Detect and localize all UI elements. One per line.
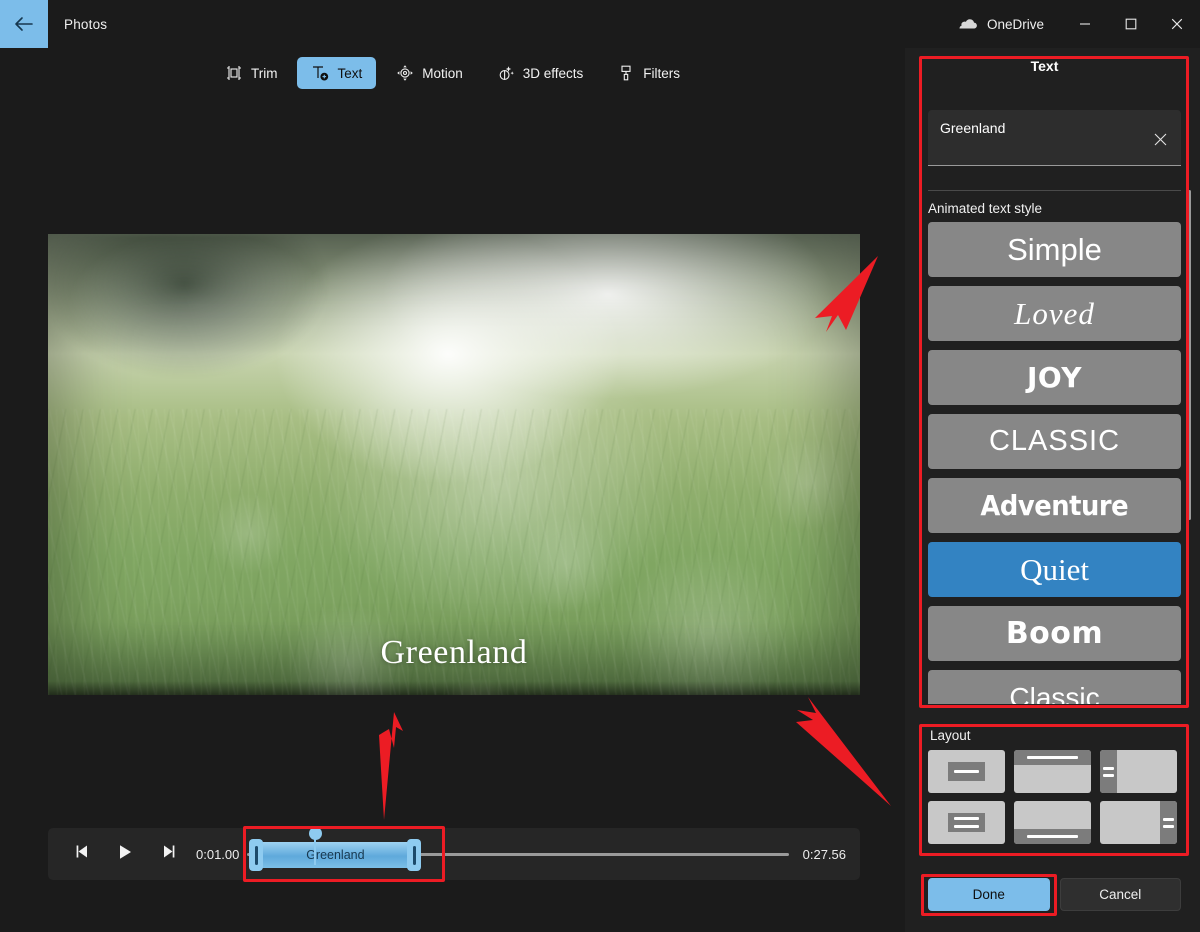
layout-label: Layout	[930, 728, 971, 743]
style-option-next-partial[interactable]: Classic	[928, 670, 1181, 704]
tab-trim[interactable]: Trim	[211, 57, 292, 89]
next-frame-icon	[159, 844, 176, 864]
close-button[interactable]	[1154, 0, 1200, 48]
tab-filters[interactable]: Filters	[603, 57, 694, 89]
current-time-label: 0:01.00	[196, 846, 240, 862]
style-option-label: Classic	[1009, 681, 1100, 705]
previous-frame-button[interactable]	[62, 836, 104, 872]
tab-text[interactable]: Text	[297, 57, 377, 89]
annotation-arrow-bottom-center	[379, 712, 403, 820]
done-button[interactable]: Done	[928, 878, 1050, 911]
tab-filters-label: Filters	[643, 65, 681, 81]
trim-icon	[225, 64, 243, 82]
app-title: Photos	[64, 16, 108, 32]
tab-3d-effects-label: 3D effects	[522, 65, 584, 81]
text-icon	[311, 64, 329, 82]
style-option-joy[interactable]: JOY	[928, 350, 1181, 405]
layout-thumb-bar	[954, 817, 979, 820]
back-button[interactable]	[0, 0, 48, 48]
video-caption-text: Greenland	[380, 634, 528, 671]
layout-option-center-two-lines[interactable]	[928, 801, 1005, 844]
style-option-adventure[interactable]: Adventure	[928, 478, 1181, 533]
panel-title: Text	[1030, 58, 1059, 74]
style-option-simple[interactable]: Simple	[928, 222, 1181, 277]
minimize-button[interactable]	[1062, 0, 1108, 48]
text-input-field[interactable]: Greenland	[928, 110, 1181, 166]
animated-text-style-label: Animated text style	[928, 201, 1043, 216]
cancel-button[interactable]: Cancel	[1059, 878, 1181, 911]
style-option-boom[interactable]: Boom	[928, 606, 1181, 661]
layout-option-bottom-band[interactable]	[1014, 801, 1091, 844]
style-option-quiet[interactable]: Quiet	[928, 542, 1181, 597]
tab-motion[interactable]: Motion	[382, 57, 477, 89]
clip-handle-left[interactable]	[249, 839, 264, 871]
3d-effects-icon	[497, 64, 515, 82]
video-preview[interactable]: Greenland	[48, 234, 860, 695]
tab-text-label: Text	[337, 65, 363, 81]
text-input-value: Greenland	[940, 120, 1006, 136]
panel-actions: Done Cancel	[928, 878, 1181, 911]
tab-trim-label: Trim	[250, 65, 278, 81]
layout-thumb-bar	[1103, 774, 1114, 777]
style-option-label: JOY	[1027, 361, 1082, 394]
layout-thumb-band	[1100, 750, 1117, 793]
style-option-label: CLASSIC	[988, 425, 1121, 457]
editor-toolbar: Trim Text Motion 3D effects Filters	[0, 55, 905, 91]
layout-thumb-bar	[954, 770, 979, 773]
title-bar: Photos OneDrive	[0, 0, 1200, 48]
cloud-icon	[959, 18, 978, 31]
style-option-label: Simple	[1007, 231, 1102, 267]
annotation-arrow-bottom-right	[796, 697, 891, 806]
timeline-track[interactable]: Greenland	[247, 827, 789, 874]
close-icon[interactable]	[1149, 128, 1171, 150]
window-caption-buttons	[1062, 0, 1200, 48]
layout-thumb-bar	[1027, 756, 1078, 759]
arrow-left-icon	[14, 16, 34, 32]
previous-frame-icon	[75, 844, 92, 864]
style-option-classic[interactable]: CLASSIC	[928, 414, 1181, 469]
play-button[interactable]	[104, 836, 146, 872]
play-icon	[118, 844, 133, 865]
text-clip-range[interactable]: Greenland	[249, 827, 422, 871]
animated-text-style-list[interactable]: Simple Loved JOY CLASSIC Adventure Quiet…	[928, 222, 1181, 704]
title-bar-spacer	[107, 0, 959, 48]
filters-icon	[617, 64, 635, 82]
next-frame-button[interactable]	[146, 836, 188, 872]
style-option-label: Boom	[1005, 616, 1104, 651]
layout-grid	[928, 750, 1181, 844]
layout-option-top-band[interactable]	[1014, 750, 1091, 793]
motion-icon	[396, 64, 414, 82]
style-option-label: Loved	[1014, 295, 1095, 331]
onedrive-label: OneDrive	[986, 16, 1044, 32]
style-option-label: Adventure	[980, 489, 1129, 522]
layout-section: Layout	[928, 728, 1181, 851]
playhead-knob[interactable]	[309, 827, 323, 840]
clip-handle-right[interactable]	[407, 839, 422, 871]
layout-thumb-bar	[954, 825, 979, 828]
layout-thumb-bar	[1163, 825, 1174, 828]
panel-scrollbar[interactable]	[1188, 190, 1191, 520]
layout-option-center-small[interactable]	[928, 750, 1005, 793]
tab-motion-label: Motion	[422, 65, 463, 81]
onedrive-status[interactable]: OneDrive	[959, 0, 1062, 48]
layout-option-left-band[interactable]	[1100, 750, 1177, 793]
layout-thumb-bar	[1163, 818, 1174, 821]
tab-3d-effects[interactable]: 3D effects	[483, 57, 598, 89]
layout-option-right-band[interactable]	[1100, 801, 1177, 844]
panel-divider-bottom	[928, 190, 1181, 191]
video-vignette	[48, 234, 860, 695]
total-time-label: 0:27.56	[802, 846, 846, 862]
layout-thumb-band	[948, 813, 985, 832]
player-bar: 0:01.00 Greenland 0:27.56	[48, 827, 860, 880]
style-option-loved[interactable]: Loved	[928, 286, 1181, 341]
layout-thumb-bar	[1027, 835, 1078, 838]
layout-thumb-bar	[1103, 767, 1114, 770]
maximize-button[interactable]	[1108, 0, 1154, 48]
style-option-label: Quiet	[1020, 551, 1089, 587]
layout-thumb-band	[1160, 801, 1177, 844]
